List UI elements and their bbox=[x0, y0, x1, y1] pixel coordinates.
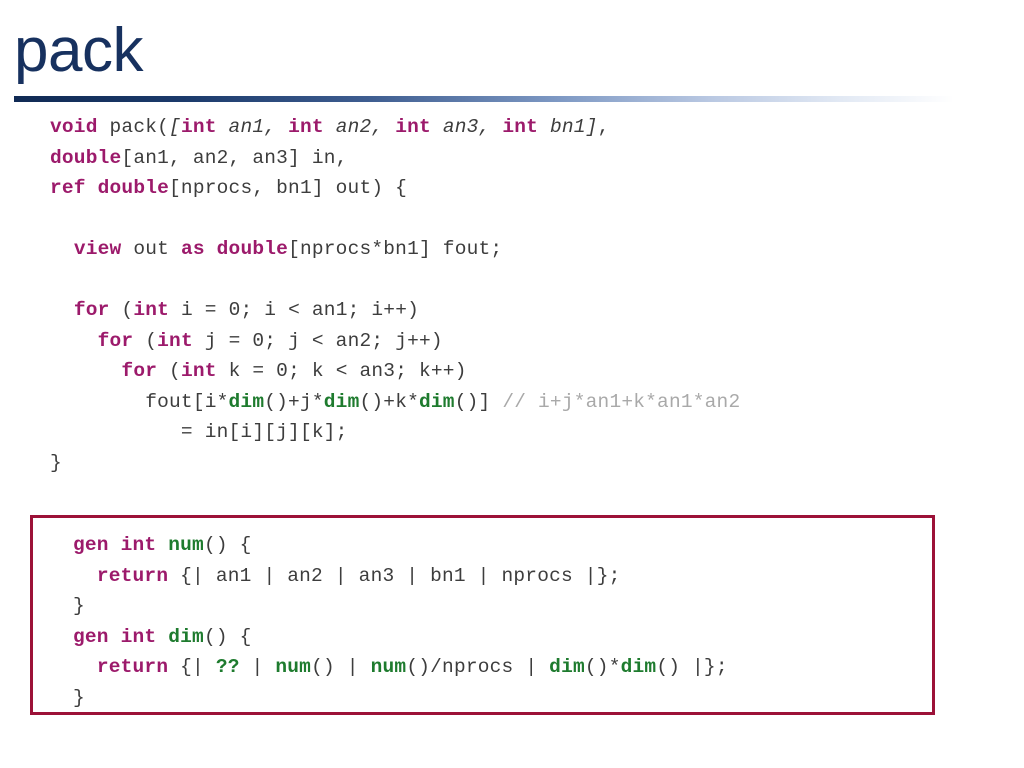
code-token-fn: dim bbox=[549, 656, 585, 678]
code-token-plain: j = 0; j < an2; j++) bbox=[192, 329, 443, 352]
code-token-plain: () |}; bbox=[656, 656, 728, 678]
code-token-plain: {| bbox=[168, 656, 216, 678]
code-token-kw: return bbox=[96, 656, 169, 678]
code-line: } bbox=[73, 683, 972, 714]
code-token-fn: dim bbox=[168, 625, 204, 648]
code-token-kw: view bbox=[73, 238, 122, 260]
code-token-plain: i = 0; i < an1; i++) bbox=[169, 299, 420, 321]
code-token-plain: pack( bbox=[97, 116, 170, 138]
highlighted-code-box: gen int num() { return {| an1 | an2 | an… bbox=[30, 515, 935, 715]
code-token-plain: ( bbox=[157, 360, 181, 382]
code-token-param: , bbox=[478, 116, 503, 138]
code-token-fn: ?? bbox=[215, 656, 240, 678]
code-token-fn: dim bbox=[620, 656, 657, 678]
code-token-plain: fout[i* bbox=[50, 390, 229, 413]
code-token-plain: [nprocs*bn1] fout; bbox=[288, 238, 503, 260]
code-token-param: an1 bbox=[216, 116, 265, 138]
code-token-kw: ref double bbox=[50, 177, 170, 199]
code-line: for (int j = 0; j < an2; j++) bbox=[50, 326, 740, 357]
code-block-pack: void pack([int an1, int an2, int an3, in… bbox=[50, 112, 740, 478]
code-line: return {| an1 | an2 | an3 | bn1 | nprocs… bbox=[73, 561, 972, 592]
code-line: for (int k = 0; k < an3; k++) bbox=[50, 356, 740, 387]
code-line: = in[i][j][k]; bbox=[50, 417, 740, 448]
code-line: void pack([int an1, int an2, int an3, in… bbox=[50, 112, 740, 143]
code-token-kw: int bbox=[133, 299, 170, 321]
code-line: ref double[nprocs, bn1] out) { bbox=[50, 173, 740, 204]
code-token-kw: return bbox=[96, 564, 169, 587]
code-token-plain: } bbox=[73, 686, 85, 709]
code-line: double[an1, an2, an3] in, bbox=[50, 143, 740, 174]
code-token-param: , bbox=[371, 116, 396, 138]
code-token-plain: () bbox=[311, 656, 335, 678]
code-line: gen int dim() { bbox=[73, 622, 972, 653]
code-token-kw: for bbox=[121, 360, 158, 382]
code-token-param: an3 bbox=[430, 116, 479, 138]
code-token-fn: dim bbox=[228, 390, 265, 413]
code-token-param: [ bbox=[169, 116, 181, 138]
code-token-plain: ()/nprocs | bbox=[406, 656, 550, 678]
code-token-kw: int bbox=[288, 116, 324, 138]
code-token-plain: } bbox=[50, 451, 62, 474]
code-line: for (int i = 0; i < an1; i++) bbox=[50, 295, 740, 326]
code-block-gen-functions: gen int num() { return {| an1 | an2 | an… bbox=[73, 530, 972, 713]
code-token-param: bn1] bbox=[538, 116, 598, 138]
code-token-kw: int bbox=[180, 116, 217, 138]
code-token-plain: } bbox=[73, 595, 85, 617]
code-token-param: an2 bbox=[323, 116, 372, 138]
code-token-kw: for bbox=[97, 329, 134, 352]
code-token-kw: double bbox=[50, 146, 122, 169]
code-token-plain: [nprocs, bn1] out) { bbox=[169, 177, 408, 199]
code-token-kw: int bbox=[157, 329, 193, 352]
code-token-kw: as double bbox=[180, 238, 289, 260]
code-token-plain: , bbox=[597, 116, 610, 138]
code-token-fn: num bbox=[370, 656, 407, 678]
code-line: view out as double[nprocs*bn1] fout; bbox=[50, 234, 740, 265]
code-token-plain: out bbox=[121, 238, 181, 260]
code-line: gen int num() { bbox=[73, 530, 972, 561]
code-token-fn: dim bbox=[323, 390, 360, 413]
code-token-plain: [an1, an2, an3] in, bbox=[121, 146, 348, 169]
code-token-plain: | bbox=[239, 656, 276, 678]
code-line: fout[i*dim()+j*dim()+k*dim()] // i+j*an1… bbox=[50, 387, 740, 418]
code-token-kw: int bbox=[502, 116, 539, 138]
code-line: return {| ?? | num() | num()/nprocs | di… bbox=[73, 652, 972, 683]
title-divider-rule bbox=[14, 96, 954, 102]
code-token-fn: num bbox=[275, 656, 312, 678]
code-line: } bbox=[73, 591, 972, 622]
code-token-fn: dim bbox=[419, 390, 455, 413]
code-token-plain: () { bbox=[203, 534, 252, 556]
code-token-kw: gen int bbox=[73, 625, 169, 648]
code-token-kw: void bbox=[50, 116, 98, 138]
code-token-plain: = in[i][j][k]; bbox=[50, 421, 348, 443]
code-token-plain: ()+k* bbox=[359, 390, 419, 413]
code-token-kw: for bbox=[73, 299, 110, 321]
code-token-plain: | bbox=[334, 656, 371, 678]
code-token-fn: num bbox=[168, 534, 204, 556]
code-token-plain: {| an1 | an2 | an3 | bn1 | nprocs |}; bbox=[168, 564, 621, 587]
code-token-plain: ( bbox=[133, 329, 158, 352]
code-token-plain: k = 0; k < an3; k++) bbox=[216, 360, 467, 382]
code-line: } bbox=[50, 448, 740, 479]
code-token-comment: // i+j*an1+k*an1*an2 bbox=[502, 390, 741, 413]
page-title: pack bbox=[14, 16, 143, 85]
code-token-plain: ( bbox=[109, 299, 134, 321]
code-token-param: , bbox=[264, 116, 289, 138]
code-token-plain: ()+j* bbox=[264, 390, 324, 413]
code-token-kw: int bbox=[395, 116, 431, 138]
code-token-kw: gen int bbox=[73, 534, 169, 556]
code-token-plain: ()] bbox=[454, 390, 503, 413]
code-token-kw: int bbox=[180, 360, 217, 382]
code-token-plain: () { bbox=[203, 625, 252, 648]
code-token-plain: ()* bbox=[584, 656, 621, 678]
